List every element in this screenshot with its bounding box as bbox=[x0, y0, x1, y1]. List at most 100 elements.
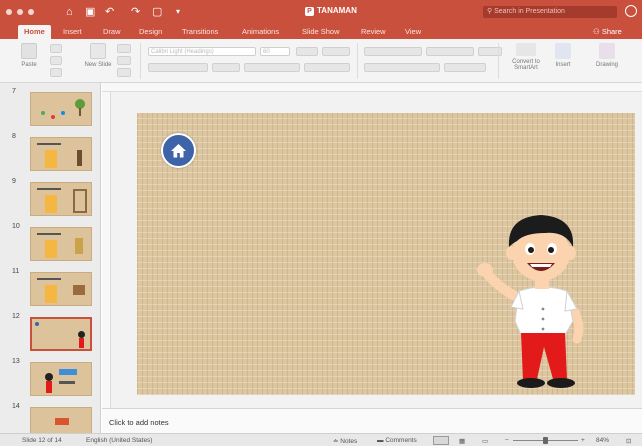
slide-thumbnail-7[interactable]: 7 bbox=[0, 88, 100, 132]
slide-editor-canvas[interactable] bbox=[102, 83, 642, 408]
paste-button[interactable]: Paste bbox=[16, 43, 42, 68]
layout-button[interactable] bbox=[117, 44, 131, 53]
slide-preview bbox=[30, 362, 92, 396]
format-painter-button[interactable] bbox=[50, 68, 62, 77]
ribbon-tab-bar: Home Insert Draw Design Transitions Anim… bbox=[0, 24, 642, 39]
comments-button[interactable]: ▬ Comments bbox=[377, 437, 417, 444]
paste-icon bbox=[21, 43, 37, 59]
zoom-level[interactable]: 84% bbox=[596, 437, 609, 444]
shapes-icon bbox=[555, 43, 571, 59]
slide-thumbnail-pane[interactable]: 7 8 9 10 11 12 13 14 bbox=[0, 83, 101, 433]
slide-number: 13 bbox=[12, 358, 20, 365]
section-button[interactable] bbox=[117, 68, 131, 77]
convert-to-smartart-button[interactable]: Convert to SmartArt bbox=[505, 43, 547, 71]
slide-shape bbox=[45, 240, 57, 258]
slide-shape bbox=[55, 418, 69, 425]
share-button[interactable]: ⚇ Share bbox=[593, 27, 622, 36]
ball-icon bbox=[61, 111, 65, 115]
slide-text-line bbox=[37, 233, 61, 235]
close-window-button[interactable] bbox=[6, 9, 12, 15]
cut-button[interactable] bbox=[50, 44, 62, 53]
home-icon[interactable]: ⌂ bbox=[66, 5, 73, 19]
slide-preview bbox=[30, 407, 92, 433]
tree-trunk-icon bbox=[79, 108, 81, 116]
minimize-window-button[interactable] bbox=[17, 9, 23, 15]
speech-bubble-icon bbox=[59, 369, 77, 375]
redo-icon[interactable]: ↷ bbox=[131, 5, 140, 19]
tab-view[interactable]: View bbox=[405, 27, 421, 36]
ribbon-separator bbox=[357, 43, 358, 79]
powerpoint-icon: P bbox=[305, 7, 314, 16]
status-bar: Slide 12 of 14 English (United States) ≐… bbox=[0, 433, 642, 446]
slide-thumbnail-13[interactable]: 13 bbox=[0, 358, 100, 402]
vertical-ruler bbox=[102, 92, 111, 408]
notes-toggle-button[interactable]: ≐ Notes bbox=[333, 437, 357, 445]
superscript-subscript-group[interactable] bbox=[212, 63, 240, 72]
reset-button[interactable] bbox=[117, 56, 131, 65]
character-icon bbox=[77, 150, 82, 166]
home-button[interactable] bbox=[161, 133, 196, 168]
slide-preview bbox=[30, 182, 92, 216]
align-buttons-group[interactable] bbox=[364, 63, 440, 72]
slide-thumbnail-11[interactable]: 11 bbox=[0, 268, 100, 312]
search-input[interactable]: ⚲ Search in Presentation bbox=[483, 6, 617, 18]
slide-shape bbox=[45, 150, 57, 168]
customize-toolbar-icon[interactable]: ▾ bbox=[176, 5, 180, 19]
tab-review[interactable]: Review bbox=[361, 27, 386, 36]
share-icon: ⚇ bbox=[593, 27, 602, 36]
zoom-out-button[interactable]: − bbox=[505, 437, 509, 444]
slide-shape bbox=[45, 285, 57, 303]
normal-view-button[interactable] bbox=[433, 436, 449, 445]
slide-preview bbox=[30, 227, 92, 261]
bold-italic-underline-group[interactable] bbox=[148, 63, 208, 72]
save-icon[interactable]: ▣ bbox=[85, 5, 95, 19]
smartart-icon bbox=[516, 43, 536, 56]
slide-thumbnail-10[interactable]: 10 bbox=[0, 223, 100, 267]
reading-view-icon[interactable]: ▭ bbox=[482, 437, 488, 445]
slide-preview bbox=[30, 137, 92, 171]
font-name-select[interactable]: Calibri Light (Headings) bbox=[148, 47, 256, 56]
copy-button[interactable] bbox=[50, 56, 62, 65]
slide-text-line bbox=[37, 188, 61, 190]
drawing-button[interactable]: Drawing bbox=[590, 43, 624, 68]
slide-thumbnail-9[interactable]: 9 bbox=[0, 178, 100, 222]
feedback-smiley-icon[interactable] bbox=[625, 5, 637, 17]
zoom-in-button[interactable]: + bbox=[581, 437, 585, 444]
tab-design[interactable]: Design bbox=[139, 27, 162, 36]
font-size-grow-shrink[interactable] bbox=[296, 47, 318, 56]
clear-formatting-button[interactable] bbox=[322, 47, 350, 56]
text-effects-group[interactable] bbox=[244, 63, 300, 72]
font-color-group[interactable] bbox=[304, 63, 350, 72]
new-slide-button[interactable]: New Slide bbox=[84, 43, 112, 68]
tab-draw[interactable]: Draw bbox=[103, 27, 121, 36]
zoom-slider-handle[interactable] bbox=[543, 437, 548, 444]
slide-text-line bbox=[59, 381, 75, 384]
slide-thumbnail-14[interactable]: 14 bbox=[0, 403, 100, 433]
slide-shape bbox=[45, 195, 57, 213]
indent-buttons-group[interactable] bbox=[426, 47, 474, 56]
ball-icon bbox=[41, 111, 45, 115]
columns-button[interactable] bbox=[444, 63, 486, 72]
notes-pane[interactable]: Click to add notes bbox=[102, 408, 642, 433]
tab-home[interactable]: Home bbox=[18, 25, 51, 39]
horizontal-ruler bbox=[102, 83, 642, 92]
zoom-window-button[interactable] bbox=[28, 9, 34, 15]
insert-button[interactable]: Insert bbox=[551, 43, 575, 68]
language-indicator[interactable]: English (United States) bbox=[86, 437, 152, 444]
tab-animations[interactable]: Animations bbox=[242, 27, 279, 36]
current-slide[interactable] bbox=[137, 113, 635, 395]
slide-sorter-icon[interactable]: ▦ bbox=[459, 437, 465, 445]
tab-insert[interactable]: Insert bbox=[63, 27, 82, 36]
undo-icon[interactable]: ↶ bbox=[105, 5, 114, 19]
list-buttons-group[interactable] bbox=[364, 47, 422, 56]
font-size-select[interactable]: 60 bbox=[260, 47, 290, 56]
slide-thumbnail-12[interactable]: 12 bbox=[0, 313, 100, 357]
print-icon[interactable]: ▢ bbox=[152, 5, 162, 19]
tab-transitions[interactable]: Transitions bbox=[182, 27, 218, 36]
fit-to-window-icon[interactable]: ⊡ bbox=[626, 437, 631, 445]
slide-text-line bbox=[37, 143, 61, 145]
tab-slide-show[interactable]: Slide Show bbox=[302, 27, 340, 36]
slide-thumbnail-8[interactable]: 8 bbox=[0, 133, 100, 177]
home-icon bbox=[35, 322, 39, 326]
ribbon-separator bbox=[498, 43, 499, 79]
